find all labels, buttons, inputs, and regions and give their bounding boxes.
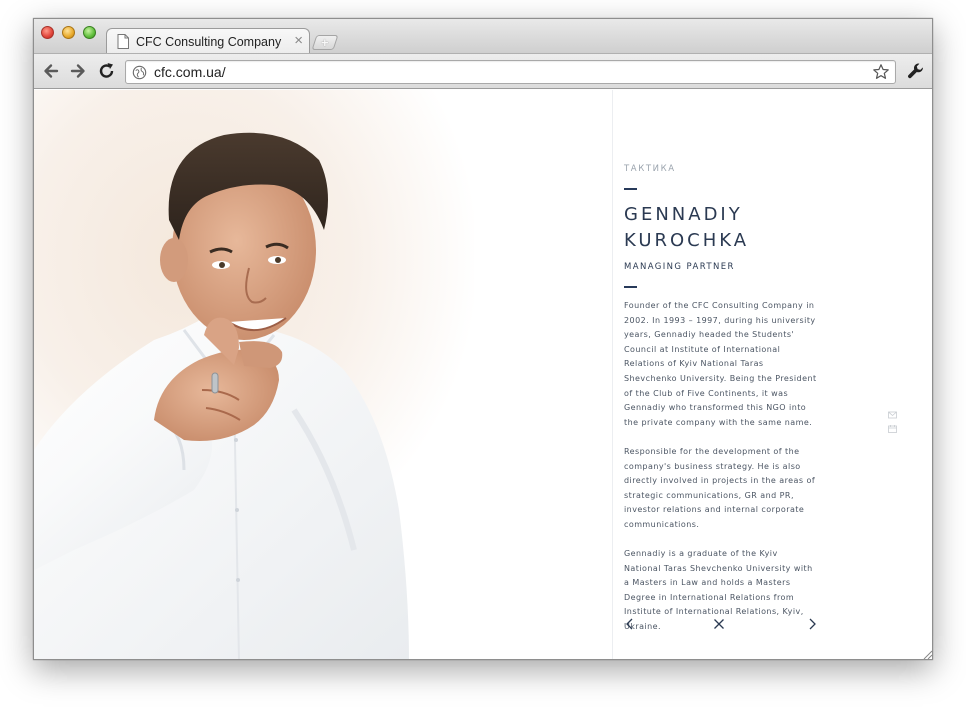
maximize-window-button[interactable] (83, 26, 96, 39)
bio-paragraph: Founder of the CFC Consulting Company in… (624, 301, 817, 427)
portrait-panel (34, 90, 613, 659)
browser-window: CFC Consulting Company × + cfc.com.ua/ Т… (33, 18, 933, 660)
tab-close-icon[interactable]: × (294, 32, 303, 50)
bio-paragraph: Responsible for the development of the c… (624, 446, 816, 529)
chevron-right-icon[interactable] (806, 618, 818, 630)
panel-divider (612, 90, 613, 659)
person-role: MANAGING PARTNER (624, 262, 735, 272)
address-bar[interactable]: cfc.com.ua/ (125, 60, 896, 84)
page-content: ТАКТИКА GENNADIY KUROCHKA MANAGING PARTN… (34, 90, 933, 660)
minimize-window-button[interactable] (62, 26, 75, 39)
accent-rule (624, 188, 637, 190)
biography: Founder of the CFC Consulting Company in… (624, 299, 817, 649)
person-name-line1: GENNADIY (624, 204, 743, 225)
star-icon[interactable] (872, 63, 890, 81)
wrench-icon[interactable] (907, 62, 925, 80)
portrait-photo (34, 132, 409, 659)
close-window-button[interactable] (41, 26, 54, 39)
close-icon[interactable] (713, 618, 725, 630)
new-tab-button[interactable]: + (311, 35, 339, 50)
accent-rule (624, 286, 637, 288)
document-icon (117, 34, 129, 49)
back-arrow-icon[interactable] (40, 61, 62, 81)
calendar-icon[interactable] (888, 425, 897, 433)
mail-icon[interactable] (888, 411, 897, 419)
person-name: GENNADIY KUROCHKA (624, 202, 824, 254)
globe-icon (132, 65, 147, 80)
section-label: ТАКТИКА (624, 164, 676, 174)
browser-tab[interactable]: CFC Consulting Company × (106, 28, 310, 54)
title-bar: CFC Consulting Company × + (34, 19, 932, 54)
url-text: cfc.com.ua/ (154, 64, 226, 80)
forward-arrow-icon[interactable] (67, 61, 89, 81)
reload-icon[interactable] (96, 61, 118, 81)
plus-icon: + (321, 35, 329, 50)
browser-toolbar: cfc.com.ua/ (34, 53, 932, 89)
person-name-line2: KUROCHKA (624, 230, 750, 251)
resize-grip-icon[interactable] (921, 648, 933, 660)
chevron-left-icon[interactable] (624, 618, 636, 630)
tab-title: CFC Consulting Company (136, 35, 282, 49)
